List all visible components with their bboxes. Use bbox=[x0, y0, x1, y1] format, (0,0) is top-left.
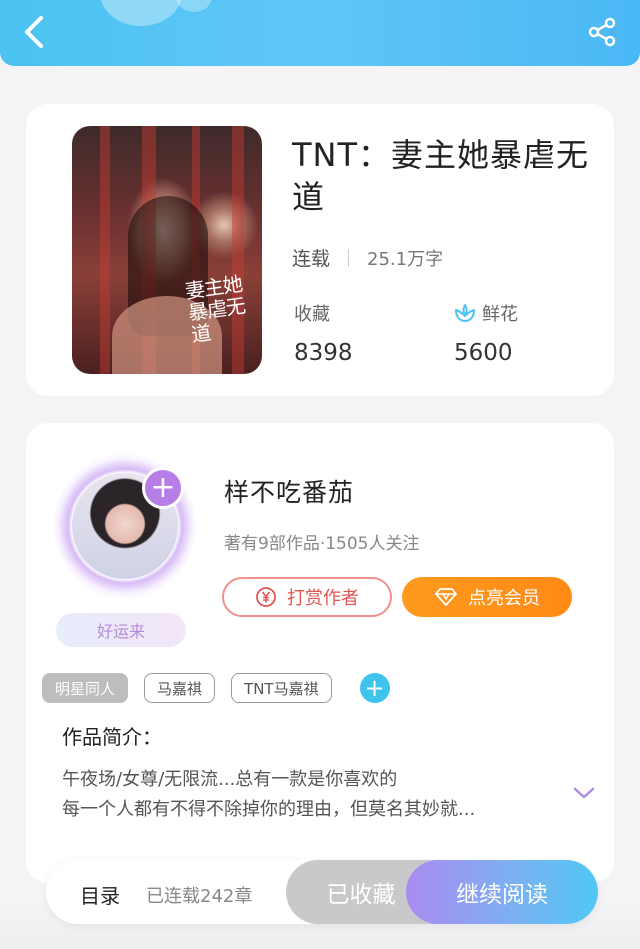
diamond-icon bbox=[435, 588, 457, 606]
divider bbox=[348, 248, 350, 267]
intro-text[interactable]: 午夜场/女尊/无限流...总有一款是你喜欢的 每一个人都有不得不除掉你的理由，但… bbox=[62, 765, 562, 825]
continue-reading-button[interactable]: 继续阅读 bbox=[406, 860, 598, 924]
author-card: + 好运来 样不吃番茄 著有9部作品·1505人关注 打赏作者 点亮会员 明星同… bbox=[26, 423, 614, 883]
intro-line: 每一个人都有不得不除掉你的理由，但莫名其妙就... bbox=[62, 799, 476, 820]
book-cover[interactable]: 妻主她暴虐无道 bbox=[72, 126, 262, 374]
decor-bubble bbox=[100, 0, 182, 26]
share-button[interactable] bbox=[584, 14, 620, 50]
book-info-card: 妻主她暴虐无道 TNT：妻主她暴虐无道 连载 25.1万字 收藏 8398 鲜花… bbox=[26, 104, 614, 396]
top-bar bbox=[0, 0, 640, 66]
collect-stat: 收藏 8398 bbox=[294, 300, 353, 366]
author-stats: 著有9部作品·1505人关注 bbox=[224, 534, 420, 554]
lucky-badge: 好运来 bbox=[56, 613, 186, 647]
collect-label: 收藏 bbox=[294, 304, 330, 325]
flower-icon bbox=[455, 304, 475, 322]
plus-icon: + bbox=[364, 674, 385, 702]
back-chevron-icon bbox=[25, 16, 43, 48]
tag-item[interactable]: 明星同人 bbox=[42, 673, 129, 703]
book-title: TNT：妻主她暴虐无道 bbox=[292, 136, 590, 216]
word-count: 25.1万字 bbox=[367, 248, 444, 270]
toc-button[interactable]: 目录 bbox=[80, 880, 120, 909]
expand-intro-button[interactable] bbox=[570, 779, 598, 807]
cover-title: 妻主她暴虐无道 bbox=[183, 271, 247, 347]
yen-coin-icon bbox=[256, 587, 276, 607]
tag-item[interactable]: 马嘉祺 bbox=[144, 673, 216, 703]
author-name[interactable]: 样不吃番茄 bbox=[224, 473, 354, 509]
tag-item[interactable]: TNT马嘉祺 bbox=[231, 673, 332, 703]
reward-author-button[interactable]: 打赏作者 bbox=[222, 577, 392, 617]
bottom-action-bar: 目录 已连载242章 已收藏 继续阅读 bbox=[46, 860, 598, 924]
flower-label: 鲜花 bbox=[482, 304, 518, 325]
chevron-down-icon bbox=[573, 787, 595, 799]
decor-bubble bbox=[176, 0, 212, 12]
intro-line: 午夜场/女尊/无限流...总有一款是你喜欢的 bbox=[62, 769, 398, 790]
follow-plus-button[interactable]: + bbox=[142, 467, 184, 509]
flower-label-row: 鲜花 bbox=[454, 300, 518, 326]
book-meta: 连载 25.1万字 bbox=[292, 244, 443, 271]
tag-list: 明星同人 马嘉祺 TNT马嘉祺 + bbox=[42, 673, 390, 703]
add-tag-button[interactable]: + bbox=[359, 673, 390, 703]
flower-value: 5600 bbox=[454, 340, 513, 366]
collect-value: 8398 bbox=[294, 340, 353, 366]
flower-stat[interactable]: 鲜花 5600 bbox=[454, 300, 518, 366]
plus-icon: + bbox=[150, 470, 176, 505]
share-icon bbox=[588, 17, 616, 47]
chapter-count: 已连载242章 bbox=[146, 886, 253, 907]
status-label: 连载 bbox=[292, 248, 331, 270]
cover-decor bbox=[100, 126, 110, 374]
vip-button[interactable]: 点亮会员 bbox=[402, 577, 572, 617]
reward-label: 打赏作者 bbox=[287, 588, 359, 609]
back-button[interactable] bbox=[16, 14, 52, 50]
vip-label: 点亮会员 bbox=[468, 588, 540, 609]
intro-title: 作品简介： bbox=[62, 725, 162, 749]
